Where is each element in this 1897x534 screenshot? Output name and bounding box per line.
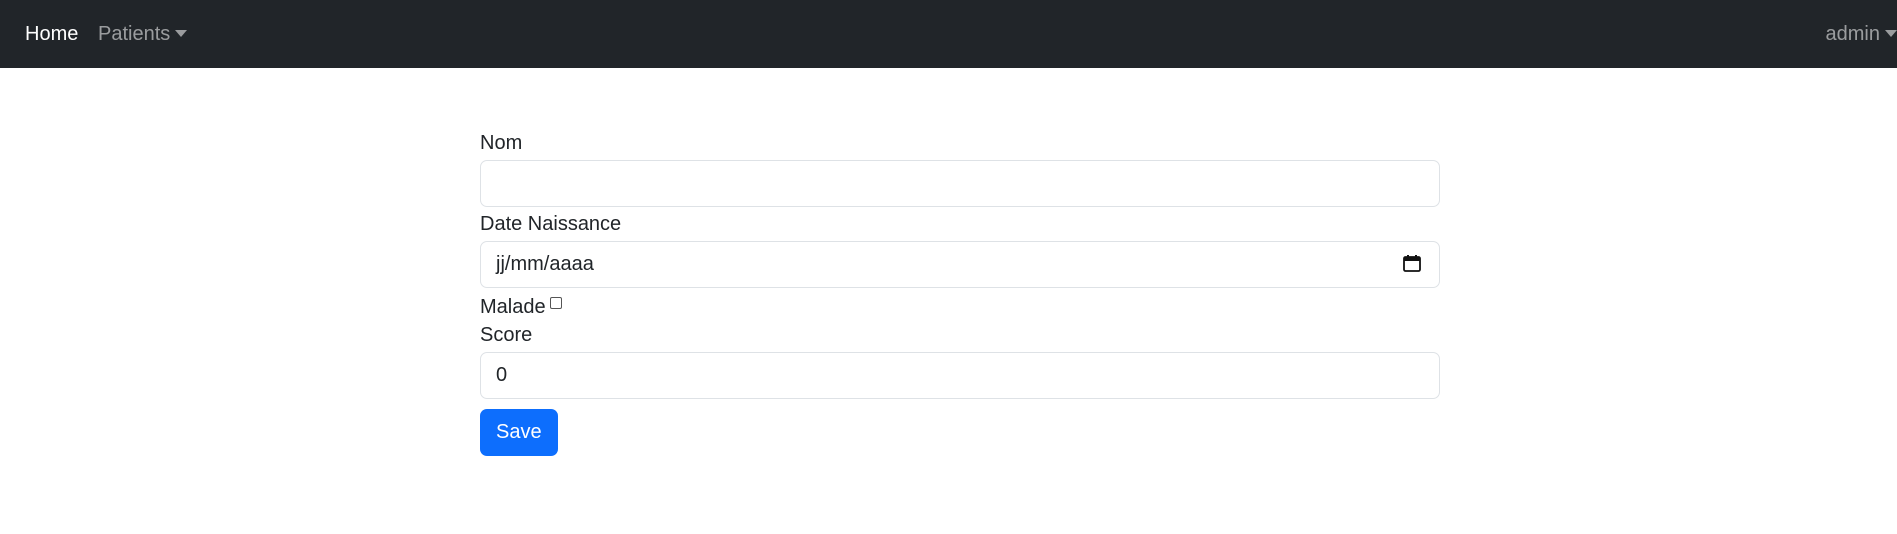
calendar-icon[interactable] (1403, 255, 1421, 272)
date-naissance-input[interactable]: jj/mm/aaaa (480, 241, 1440, 288)
top-navbar: Home Patients admin (0, 0, 1897, 68)
malade-label: Malade (480, 296, 546, 318)
malade-checkbox[interactable] (549, 297, 562, 309)
malade-row: Malade (480, 292, 1440, 322)
nav-patients-label: Patients (98, 23, 171, 45)
patient-form: Nom Date Naissance jj/mm/aaaa Malade Sco… (480, 130, 1440, 456)
nom-label: Nom (480, 132, 523, 154)
nav-user-dropdown[interactable]: admin (1826, 0, 1897, 68)
score-label: Score (480, 324, 533, 346)
score-input[interactable]: 0 (480, 352, 1440, 399)
nom-input[interactable] (480, 160, 1440, 207)
chevron-down-icon (1885, 30, 1897, 37)
date-naissance-label: Date Naissance (480, 213, 622, 235)
chevron-down-icon (175, 30, 188, 37)
save-button[interactable]: Save (480, 409, 558, 456)
nav-patients-dropdown[interactable]: Patients (98, 0, 188, 68)
nav-user-label: admin (1825, 23, 1880, 45)
date-placeholder: jj/mm/aaaa (496, 253, 594, 275)
nav-home-link[interactable]: Home (25, 0, 78, 68)
